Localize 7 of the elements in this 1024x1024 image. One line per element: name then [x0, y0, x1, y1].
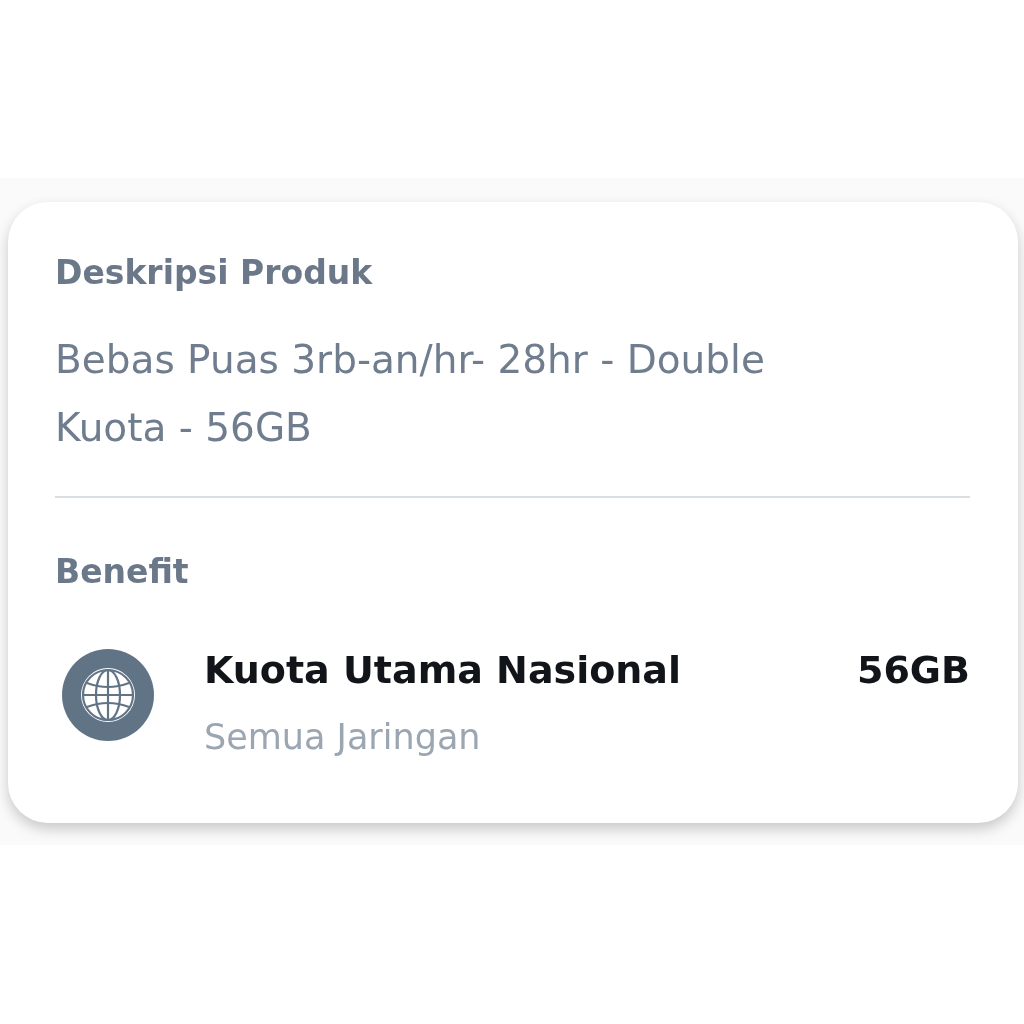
- benefit-network: Semua Jaringan: [204, 717, 481, 757]
- benefit-name: Kuota Utama Nasional: [204, 647, 682, 693]
- globe-icon: [62, 649, 154, 741]
- benefit-amount: 56GB: [856, 647, 970, 693]
- section-title: Deskripsi Produk: [55, 254, 373, 292]
- product-description: Bebas Puas 3rb-an/hr- 28hr - Double Kuota - 56GB: [55, 336, 766, 452]
- section-title: Benefit: [55, 553, 189, 591]
